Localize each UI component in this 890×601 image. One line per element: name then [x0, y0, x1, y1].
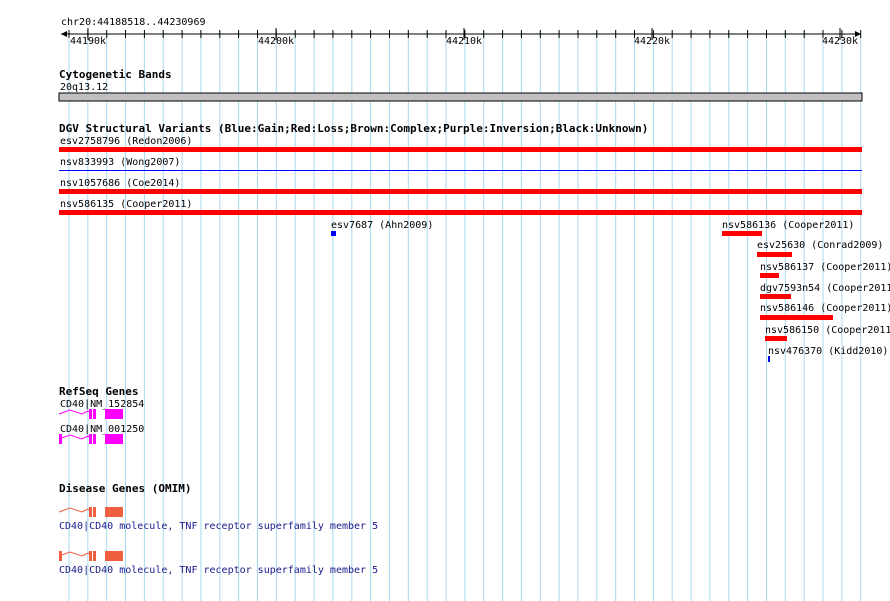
- variant-label: esv2758796 (Redon2006): [60, 136, 192, 147]
- omim-gene-intron-line: [58, 507, 93, 513]
- grid-lines: [68, 34, 862, 601]
- variant-bar[interactable]: [760, 273, 779, 278]
- variant-bar[interactable]: [59, 170, 862, 171]
- variant-bar[interactable]: [757, 252, 792, 257]
- ruler-tick-label: 44210k: [446, 36, 482, 47]
- ruler-tick-label: 44230k: [822, 36, 858, 47]
- region-label: chr20:44188518..44230969: [61, 17, 206, 28]
- omim-track-title: Disease Genes (OMIM): [59, 482, 191, 495]
- variant-label: esv7687 (Ahn2009): [331, 220, 433, 231]
- omim-gene-exon[interactable]: [93, 507, 96, 517]
- dgv-track-title: DGV Structural Variants (Blue:Gain;Red:L…: [59, 122, 648, 135]
- variant-label: nsv586146 (Cooper2011): [760, 303, 890, 314]
- variant-label: nsv586136 (Cooper2011): [722, 220, 854, 231]
- refseq-gene-exon[interactable]: [59, 434, 62, 444]
- variant-bar[interactable]: [59, 189, 862, 194]
- variant-label: nsv586137 (Cooper2011): [760, 262, 890, 273]
- omim-gene-exon[interactable]: [89, 551, 92, 561]
- variant-bar[interactable]: [722, 231, 762, 236]
- cytoband-track-title: Cytogenetic Bands: [59, 68, 172, 81]
- omim-gene-label[interactable]: CD40|CD40 molecule, TNF receptor superfa…: [59, 565, 378, 576]
- variant-bar[interactable]: [59, 147, 862, 152]
- refseq-gene-intron-line: [58, 434, 93, 440]
- ruler: 44190k 44200k 44210k 44220k 44230k: [61, 28, 862, 47]
- variant-label: dgv7593n54 (Cooper2011): [760, 283, 890, 294]
- variant-bar[interactable]: [331, 231, 336, 236]
- omim-gene-exon[interactable]: [59, 551, 62, 561]
- variant-bar[interactable]: [59, 210, 862, 215]
- cytoband-label: 20q13.12: [60, 82, 108, 93]
- refseq-track: CD40|NM_152854 CD40|NM_001250: [58, 399, 144, 444]
- dgv-track: esv2758796 (Redon2006) nsv833993 (Wong200…: [59, 136, 890, 362]
- variant-label: nsv586150 (Cooper2011): [765, 325, 890, 336]
- refseq-gene-label: CD40|NM_001250: [60, 424, 144, 435]
- variant-bar[interactable]: [760, 294, 791, 299]
- omim-gene-exon[interactable]: [89, 507, 92, 517]
- ruler-tick-label: 44200k: [258, 36, 294, 47]
- cytoband-bar[interactable]: [58, 92, 863, 102]
- refseq-gene-exon[interactable]: [93, 434, 96, 444]
- refseq-gene-intron-line: [58, 409, 93, 415]
- ruler-tick-label: 44190k: [70, 36, 106, 47]
- omim-gene-exon[interactable]: [93, 551, 96, 561]
- refseq-gene-label: CD40|NM_152854: [60, 399, 144, 410]
- refseq-gene-exon[interactable]: [105, 434, 123, 444]
- omim-gene-exon[interactable]: [105, 507, 123, 517]
- omim-gene-label[interactable]: CD40|CD40 molecule, TNF receptor superfa…: [59, 521, 378, 532]
- refseq-gene-exon[interactable]: [89, 409, 92, 419]
- variant-bar[interactable]: [760, 315, 833, 320]
- omim-gene-intron-line: [58, 551, 93, 557]
- variant-bar[interactable]: [765, 336, 787, 341]
- variant-label: nsv1057686 (Coe2014): [60, 178, 180, 189]
- refseq-gene-exon[interactable]: [93, 409, 96, 419]
- variant-bar[interactable]: [768, 356, 770, 362]
- refseq-track-title: RefSeq Genes: [59, 385, 138, 398]
- refseq-gene-exon[interactable]: [89, 434, 92, 444]
- omim-gene-exon[interactable]: [105, 551, 123, 561]
- variant-label: nsv586135 (Cooper2011): [60, 199, 192, 210]
- refseq-gene-exon[interactable]: [105, 409, 123, 419]
- ruler-left-arrow: [61, 31, 67, 37]
- variant-label: nsv476370 (Kidd2010): [768, 346, 888, 357]
- variant-label: esv25630 (Conrad2009): [757, 240, 883, 251]
- variant-label: nsv833993 (Wong2007): [60, 157, 180, 168]
- genome-browser-canvas: chr20:44188518..44230969 44190k 44200k 442…: [58, 17, 890, 601]
- ruler-tick-label: 44220k: [634, 36, 670, 47]
